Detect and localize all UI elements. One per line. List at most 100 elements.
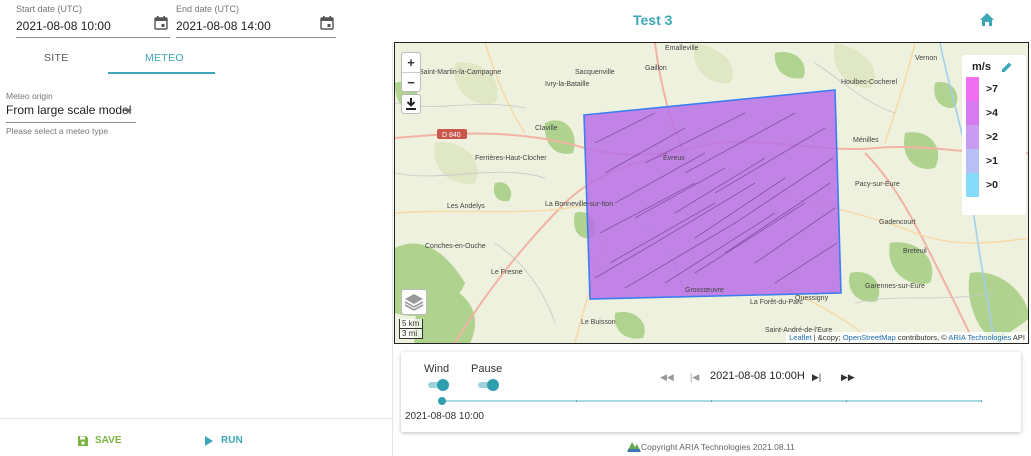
edit-icon[interactable] [1001,61,1013,73]
pause-toggle[interactable] [478,378,499,392]
app-header: Start date (UTC) 2021-08-08 10:00 End da… [0,0,1031,42]
place-label: Les Andelys [447,203,485,210]
legend-unit: m/s [972,61,991,73]
aria-logo [627,442,641,452]
download-button[interactable] [401,94,421,114]
place-label: Pacy-sur-Eure [855,181,900,188]
map-legend: m/s >7 >4 >2 >1 >0 [962,55,1026,215]
place-label: Quessigny [795,295,829,302]
current-timestamp: 2021-08-08 10:00H [710,370,805,382]
legend-label: >2 [986,131,998,143]
place-label: Évreux [663,155,685,162]
save-icon [78,436,88,446]
aria-link[interactable]: ARIA Technologies [948,333,1011,342]
prev-frame-button[interactable]: |◀ [690,372,699,383]
map-scale: 5 km 3 mi [399,319,423,339]
slider-date-label: 2021-08-08 10:00 [405,411,484,422]
divider [0,418,392,419]
end-date-label: End date (UTC) [176,4,240,14]
pause-label: Pause [471,363,503,375]
place-label: Conches-en-Ouche [425,243,486,250]
legend-swatch [966,101,979,125]
place-label: Claville [535,125,558,132]
layers-button[interactable] [401,289,427,315]
active-tab-indicator [108,72,215,74]
base-map: D 840 [395,43,1028,343]
calendar-icon[interactable] [154,16,168,30]
legend-swatch [966,173,979,197]
slider-tick [981,400,982,402]
time-player: Wind Pause ◀◀ |◀ 2021-08-08 10:00H ▶| ▶▶… [401,352,1021,432]
place-label: Ferrières-Haut-Clocher [475,155,547,162]
wind-label: Wind [424,363,450,375]
settings-panel: SITE METEO Meteo origin From large scale… [0,42,393,456]
place-label: Ménilles [853,137,879,144]
last-frame-button[interactable]: ▶▶ [841,372,855,383]
chevron-down-icon [124,109,132,113]
attribution-separator: | &copy; [811,333,843,342]
place-label: Le Fresne [491,269,523,276]
map-attribution: Leaflet | &copy; OpenStreetMap contribut… [786,332,1028,343]
next-frame-button[interactable]: ▶| [812,372,821,383]
osm-link[interactable]: OpenStreetMap [843,333,896,342]
meteo-origin-select[interactable]: From large scale model [6,103,136,123]
home-icon[interactable] [979,12,995,28]
legend-label: >1 [986,155,998,167]
legend-swatch [966,149,979,173]
play-icon [205,436,213,446]
place-label: Grossœuvre [685,287,724,294]
slider-tick [711,400,712,402]
zoom-control: + − [401,52,421,92]
place-label: Breteuil [903,248,927,255]
legend-swatch [966,77,979,101]
run-label: RUN [221,435,243,446]
toggle-knob [487,379,499,391]
place-label: Le Buisson [581,319,616,326]
place-label: Sacquenville [575,69,615,76]
zoom-out-button[interactable]: − [402,73,420,92]
tab-site[interactable]: SITE [44,52,69,64]
place-label: Vernon [915,55,938,62]
legend-label: >7 [986,83,998,95]
end-date-field[interactable]: End date (UTC) 2021-08-08 14:00 [176,2,336,38]
slider-tick [576,400,577,402]
place-label: Garennes-sur-Eure [865,283,925,290]
layers-icon [404,294,424,311]
attribution-api: API [1011,333,1025,342]
slider-tick [846,400,847,402]
copyright-text: Copyright ARIA Technologies 2021.08.11 [641,442,795,452]
place-label: Gadencourt [879,219,916,226]
slider-handle[interactable] [438,397,446,405]
meteo-origin-help: Please select a meteo type [6,126,109,136]
leaflet-link[interactable]: Leaflet [789,333,812,342]
tab-meteo[interactable]: METEO [145,52,184,64]
svg-text:D 840: D 840 [442,132,461,139]
end-date-value[interactable]: 2021-08-08 14:00 [176,19,271,33]
place-label: Saint-Martin-la-Campagne [419,69,502,76]
map-view[interactable]: D 840 Saint-Martin-la-Campagne Évreux Pa… [394,42,1029,344]
legend-label: >4 [986,107,998,119]
toggle-knob [437,379,449,391]
scale-mi: 3 mi [399,329,423,339]
start-date-label: Start date (UTC) [16,4,83,14]
place-label: Emalleville [665,45,699,52]
start-date-value[interactable]: 2021-08-08 10:00 [16,19,111,33]
legend-swatch [966,125,979,149]
place-label: Ivry-la-Bataille [545,81,590,88]
page-title: Test 3 [633,12,673,28]
place-label: Houlbec-Cocherel [841,79,898,86]
legend-label: >0 [986,179,998,191]
wind-toggle[interactable] [428,378,449,392]
attribution-text: contributors, © [895,333,949,342]
scale-km: 5 km [399,319,423,329]
start-date-field[interactable]: Start date (UTC) 2021-08-08 10:00 [16,2,170,38]
meteo-origin-label: Meteo origin [6,91,53,101]
download-icon [406,98,416,110]
place-label: La Bonneville-sur-Iton [545,201,614,208]
calendar-icon[interactable] [320,16,334,30]
save-label: SAVE [95,435,122,446]
place-label: Gaillon [645,65,667,72]
first-frame-button[interactable]: ◀◀ [660,372,674,383]
zoom-in-button[interactable]: + [402,53,420,72]
meteo-origin-value: From large scale model [6,103,132,117]
